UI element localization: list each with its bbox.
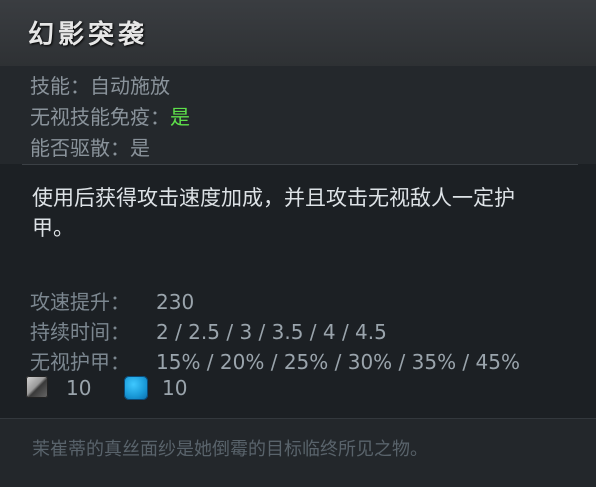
ability-title: 幻影突袭 xyxy=(28,20,149,50)
stat-row-armor-ignore: 无视护甲： 15% / 20% / 25% / 30% / 35% / 45% xyxy=(30,346,520,375)
cooldown-icon xyxy=(26,376,48,398)
cooldown-value: 10 xyxy=(66,376,92,400)
pierces-immunity: 无视技能免疫：是 xyxy=(30,101,190,130)
ability-behavior: 技能：自动施放 xyxy=(30,70,170,99)
ability-lore: 茉崔蒂的真丝面纱是她倒霉的目标临终所见之物。 xyxy=(32,439,428,460)
ability-description: 使用后获得攻击速度加成，并且攻击无视敌人一定护甲。 xyxy=(32,186,515,240)
dispellable: 能否驱散：是 xyxy=(30,132,150,161)
ability-behavior-label: 技能： xyxy=(30,74,90,98)
description-section: 使用后获得攻击速度加成，并且攻击无视敌人一定护甲。 xyxy=(0,165,596,257)
tooltip-header: 幻影突袭 xyxy=(0,0,596,67)
dispellable-value: 是 xyxy=(130,136,150,160)
stat-label: 无视护甲： xyxy=(30,350,130,374)
pierces-immunity-label: 无视技能免疫： xyxy=(30,105,170,129)
ability-tooltip: 幻影突袭 技能：自动施放 无视技能免疫：是 能否驱散：是 使用后获得攻击速度加成… xyxy=(0,0,596,487)
lore-section: 茉崔蒂的真丝面纱是她倒霉的目标临终所见之物。 xyxy=(0,418,596,487)
ability-behavior-value: 自动施放 xyxy=(90,74,170,98)
mana-cost-value: 10 xyxy=(162,376,188,400)
stat-label: 攻速提升： xyxy=(30,290,130,314)
stat-value: 230 xyxy=(156,290,195,314)
pierces-immunity-value: 是 xyxy=(170,105,190,129)
dispellable-label: 能否驱散： xyxy=(30,136,130,160)
stat-value: 15% / 20% / 25% / 30% / 35% / 45% xyxy=(156,350,520,374)
stat-row-duration: 持续时间： 2 / 2.5 / 3 / 3.5 / 4 / 4.5 xyxy=(30,316,387,345)
stat-label: 持续时间： xyxy=(30,320,130,344)
mana-icon xyxy=(124,376,148,400)
stat-row-attack-speed: 攻速提升： 230 xyxy=(30,286,194,315)
stat-value: 2 / 2.5 / 3 / 3.5 / 4 / 4.5 xyxy=(156,320,387,344)
ability-properties: 技能：自动施放 无视技能免疫：是 能否驱散：是 xyxy=(0,66,596,164)
